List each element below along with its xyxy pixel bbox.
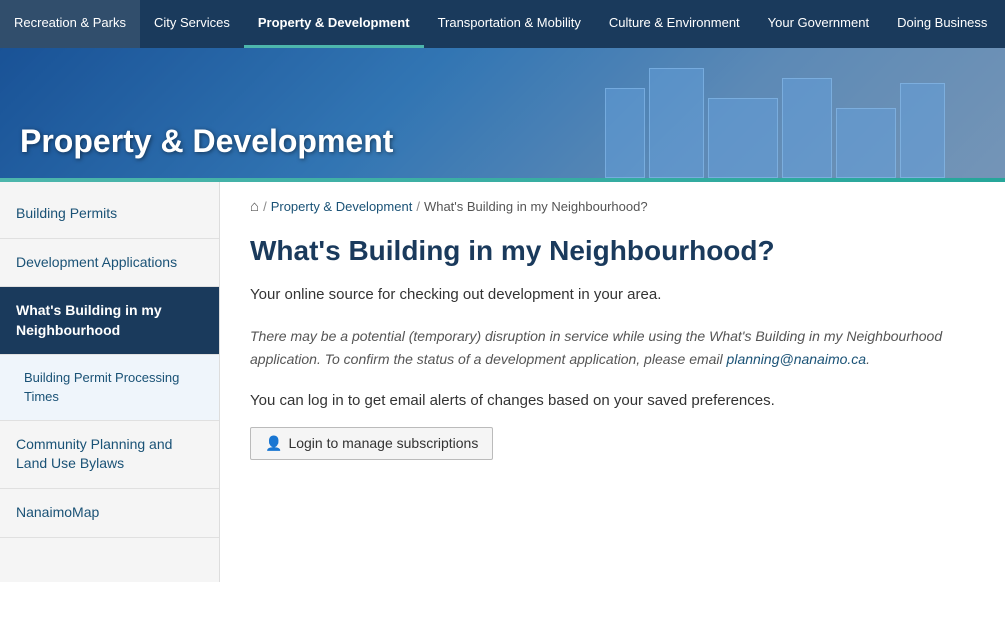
sidebar-item-whats-building[interactable]: What's Building in my Neighbourhood (0, 287, 219, 355)
user-icon: 👤 (265, 435, 282, 452)
hero-title: Property & Development (20, 123, 393, 160)
notice-text: There may be a potential (temporary) dis… (250, 325, 975, 370)
login-button[interactable]: 👤 Login to manage subscriptions (250, 427, 493, 460)
breadcrumb-sep-2: / (416, 199, 420, 214)
sidebar: Building Permits Development Application… (0, 182, 220, 582)
nav-doing-business[interactable]: Doing Business (883, 0, 1001, 48)
sidebar-item-processing-times[interactable]: Building Permit Processing Times (0, 355, 219, 420)
notice-end: . (866, 351, 870, 367)
content-area: ⌂ / Property & Development / What's Buil… (220, 182, 1005, 582)
top-nav: Recreation & Parks City Services Propert… (0, 0, 1005, 48)
nav-transportation[interactable]: Transportation & Mobility (424, 0, 595, 48)
nav-city-services[interactable]: City Services (140, 0, 244, 48)
sidebar-item-building-permits[interactable]: Building Permits (0, 190, 219, 239)
description-text: Your online source for checking out deve… (250, 283, 975, 307)
breadcrumb-link[interactable]: Property & Development (271, 199, 413, 214)
home-icon[interactable]: ⌂ (250, 198, 259, 215)
main-layout: Building Permits Development Application… (0, 182, 1005, 582)
sidebar-item-nanaimo-map[interactable]: NanaimoMap (0, 489, 219, 538)
sidebar-item-community-planning[interactable]: Community Planning and Land Use Bylaws (0, 421, 219, 489)
login-button-label: Login to manage subscriptions (288, 435, 478, 451)
breadcrumb-current: What's Building in my Neighbourhood? (424, 199, 648, 214)
nav-property-development[interactable]: Property & Development (244, 0, 424, 48)
hero-banner: Property & Development (0, 48, 1005, 178)
nav-government[interactable]: Your Government (754, 0, 883, 48)
nav-get-involved[interactable]: Get Involved (1001, 0, 1005, 48)
breadcrumb: ⌂ / Property & Development / What's Buil… (250, 198, 975, 215)
notice-email-link[interactable]: planning@nanaimo.ca (727, 351, 867, 367)
nav-recreation[interactable]: Recreation & Parks (0, 0, 140, 48)
login-alert-text: You can log in to get email alerts of ch… (250, 390, 975, 413)
sidebar-item-development-applications[interactable]: Development Applications (0, 239, 219, 288)
breadcrumb-sep-1: / (263, 199, 267, 214)
nav-culture[interactable]: Culture & Environment (595, 0, 754, 48)
page-heading: What's Building in my Neighbourhood? (250, 233, 975, 269)
